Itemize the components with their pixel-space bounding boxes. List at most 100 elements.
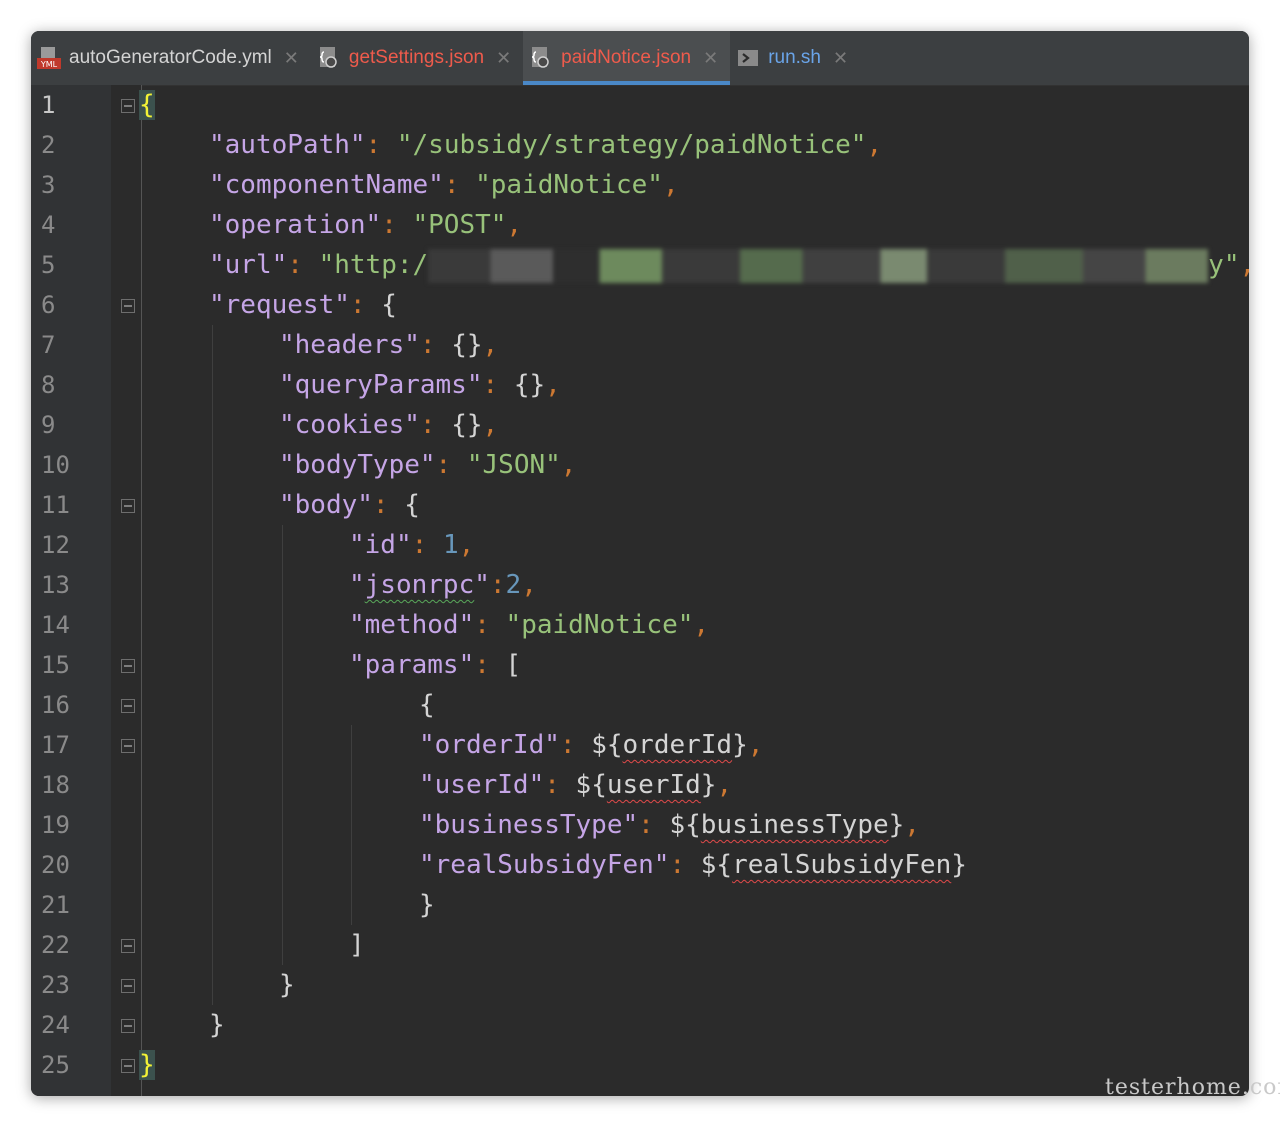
code-line: } xyxy=(279,970,295,1000)
tab-label: autoGeneratorCode.yml xyxy=(69,47,272,68)
json-key: jsonrpc xyxy=(364,570,475,600)
code-line: "operation": "POST", xyxy=(209,210,523,240)
line-number: 5 xyxy=(41,251,56,279)
code-line: ] xyxy=(349,930,365,960)
code-line: "orderId": ${orderId}, xyxy=(419,730,764,760)
code-line: "headers": {}, xyxy=(279,330,499,360)
template-variable: orderId xyxy=(622,730,733,760)
code-line: } xyxy=(209,1010,225,1040)
line-number: 2 xyxy=(41,131,56,159)
json-string: "paidNotice" xyxy=(475,170,663,200)
line-number: 16 xyxy=(41,691,70,719)
line-number: 10 xyxy=(41,451,70,479)
json-key: "url" xyxy=(209,250,288,280)
tab-label: paidNotice.json xyxy=(561,47,692,68)
watermark: testerhome.com xyxy=(1105,1075,1280,1100)
json-number: 2 xyxy=(505,570,522,600)
line-number: 6 xyxy=(41,291,56,319)
json-key: "componentName" xyxy=(209,170,444,200)
json-key: "request" xyxy=(209,290,350,320)
line-number: 9 xyxy=(41,411,56,439)
close-icon[interactable]: ✕ xyxy=(833,48,848,69)
fold-toggle-icon[interactable] xyxy=(121,659,135,673)
line-number: 1 xyxy=(41,91,56,119)
line-number: 3 xyxy=(41,171,56,199)
template-variable: realSubsidyFen xyxy=(732,850,952,880)
line-number: 14 xyxy=(41,611,70,639)
close-icon[interactable]: ✕ xyxy=(703,48,718,69)
fold-toggle-icon[interactable] xyxy=(121,99,135,113)
line-number: 11 xyxy=(41,491,70,519)
code-editor[interactable]: { "autoPath": "/subsidy/strategy/paidNot… xyxy=(139,85,1249,1096)
line-number: 19 xyxy=(41,811,70,839)
tab-paidnotice-json[interactable]: paidNotice.json ✕ xyxy=(523,31,731,85)
code-line: "componentName": "paidNotice", xyxy=(209,170,679,200)
editor-tab-bar: YML autoGeneratorCode.yml ✕ getSettings.… xyxy=(31,31,1249,86)
line-number-gutter: 1 2 3 4 5 6 7 8 9 10 11 12 13 14 15 16 1… xyxy=(31,85,111,1096)
code-line: "url": "http:/y", xyxy=(209,245,1249,285)
matched-brace: { xyxy=(139,90,155,120)
fold-toggle-icon[interactable] xyxy=(121,939,135,953)
code-line: { xyxy=(419,690,435,720)
line-number: 7 xyxy=(41,331,56,359)
json-string: "paidNotice" xyxy=(505,610,694,640)
json-key: "method" xyxy=(349,610,475,640)
indent-guide xyxy=(212,325,213,1005)
json-file-icon xyxy=(315,46,343,70)
json-string: y" xyxy=(1208,250,1240,280)
code-line: } xyxy=(419,890,435,920)
shell-script-icon xyxy=(734,46,762,70)
template-variable: userId xyxy=(606,770,701,800)
line-number: 21 xyxy=(41,891,70,919)
code-line: "businessType": ${businessType}, xyxy=(419,810,920,840)
json-key: "params" xyxy=(349,650,475,680)
template-variable: businessType xyxy=(700,810,889,840)
line-number: 8 xyxy=(41,371,56,399)
fold-toggle-icon[interactable] xyxy=(121,499,135,513)
json-key: "id" xyxy=(349,530,412,560)
line-number: 4 xyxy=(41,211,56,239)
fold-toggle-icon[interactable] xyxy=(121,979,135,993)
code-line: "cookies": {}, xyxy=(279,410,499,440)
json-key: "body" xyxy=(279,490,373,520)
json-key: "cookies" xyxy=(279,410,420,440)
json-file-icon xyxy=(527,46,555,70)
code-line: "request": { xyxy=(209,290,397,320)
tab-getsettings-json[interactable]: getSettings.json ✕ xyxy=(311,31,523,85)
json-key: "userId" xyxy=(419,770,545,800)
close-icon[interactable]: ✕ xyxy=(496,48,511,69)
fold-toggle-icon[interactable] xyxy=(121,1059,135,1073)
editor-window: YML autoGeneratorCode.yml ✕ getSettings.… xyxy=(31,31,1249,1096)
matched-brace: } xyxy=(139,1050,155,1080)
json-key: "orderId" xyxy=(419,730,560,760)
code-line: "body": { xyxy=(279,490,420,520)
fold-toggle-icon[interactable] xyxy=(121,1019,135,1033)
tab-autogeneratorcode-yml[interactable]: YML autoGeneratorCode.yml ✕ xyxy=(31,31,311,85)
json-string: "http:/ xyxy=(318,250,429,280)
line-number: 25 xyxy=(41,1051,70,1079)
json-string: "POST" xyxy=(412,210,507,240)
fold-toggle-icon[interactable] xyxy=(121,299,135,313)
code-line: "id": 1, xyxy=(349,530,475,560)
json-key: "operation" xyxy=(209,210,382,240)
code-line: "params": [ xyxy=(349,650,522,680)
fold-toggle-icon[interactable] xyxy=(121,739,135,753)
line-number: 17 xyxy=(41,731,70,759)
line-number: 24 xyxy=(41,1011,70,1039)
fold-toggle-icon[interactable] xyxy=(121,699,135,713)
json-key: "realSubsidyFen" xyxy=(419,850,670,880)
line-number: 20 xyxy=(41,851,70,879)
svg-text:YML: YML xyxy=(40,60,58,69)
json-string: "JSON" xyxy=(466,450,561,480)
tab-run-sh[interactable]: run.sh ✕ xyxy=(730,31,860,85)
json-key: "queryParams" xyxy=(279,370,483,400)
yaml-file-icon: YML xyxy=(35,46,63,70)
line-number: 12 xyxy=(41,531,70,559)
line-number: 13 xyxy=(41,571,70,599)
code-line: "queryParams": {}, xyxy=(279,370,561,400)
line-number: 23 xyxy=(41,971,70,999)
json-number: 1 xyxy=(442,530,459,560)
close-icon[interactable]: ✕ xyxy=(284,48,299,69)
code-line: "autoPath": "/subsidy/strategy/paidNotic… xyxy=(209,130,883,160)
code-line: "userId": ${userId}, xyxy=(419,770,733,800)
